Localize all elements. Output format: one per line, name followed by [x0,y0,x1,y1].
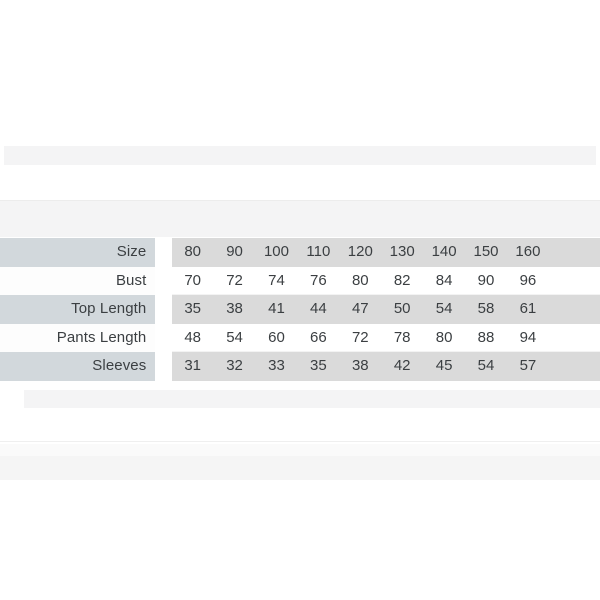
cell-size-120: 120 [339,238,382,267]
cell-top-length-160: 61 [506,295,549,324]
cell-size-160: 160 [506,238,549,267]
cell-sleeves-150: 54 [465,352,507,381]
ghost-rule-bottom [0,441,600,442]
row-label-sleeves: Sleeves [0,352,156,381]
cell-top-length-140: 54 [423,295,466,324]
size-chart-table: Size 80 90 100 110 120 130 140 150 160 B… [0,238,600,381]
size-chart-page: Size 80 90 100 110 120 130 140 150 160 B… [0,0,600,600]
table-row-bust: Bust 70 72 74 76 80 82 84 90 96 [0,266,600,296]
cell-pants-length-140: 80 [423,323,466,353]
column-gutter [155,295,172,324]
cell-bust-160: 96 [506,266,549,296]
row-label-top-length: Top Length [0,295,156,324]
cell-size-100: 100 [255,238,298,267]
cell-top-length-130: 50 [381,295,424,324]
cell-top-length-120: 47 [339,295,382,324]
cell-bust-150: 90 [465,266,507,296]
cell-pants-length-120: 72 [339,323,382,353]
ghost-band-top-2 [4,165,596,200]
cell-pants-length-100: 60 [255,323,298,353]
ghost-band-bottom-4 [0,444,600,456]
table-row-sleeves: Sleeves 31 32 33 35 38 42 45 54 57 [0,352,600,381]
row-trailing-pad [548,266,600,296]
column-gutter [155,238,172,267]
cell-bust-80: 70 [171,266,214,296]
size-chart-body: Size 80 90 100 110 120 130 140 150 160 B… [0,238,600,381]
cell-top-length-150: 58 [465,295,507,324]
cell-sleeves-160: 57 [506,352,549,381]
cell-size-80: 80 [171,238,214,267]
cell-top-length-90: 38 [213,295,256,324]
cell-sleeves-140: 45 [423,352,466,381]
cell-bust-100: 74 [255,266,298,296]
ghost-band-top-3 [0,201,600,237]
cell-bust-120: 80 [339,266,382,296]
cell-pants-length-90: 54 [213,323,256,353]
row-label-size: Size [0,238,156,267]
cell-sleeves-90: 32 [213,352,256,381]
cell-top-length-80: 35 [171,295,214,324]
cell-sleeves-120: 38 [339,352,382,381]
ghost-band-bottom-2 [24,390,600,408]
cell-sleeves-100: 33 [255,352,298,381]
row-label-pants-length: Pants Length [0,323,156,353]
cell-size-150: 150 [465,238,507,267]
cell-top-length-110: 44 [297,295,340,324]
cell-bust-140: 84 [423,266,466,296]
ghost-band-bottom-5 [0,456,600,480]
cell-size-130: 130 [381,238,424,267]
column-gutter [155,352,172,381]
row-trailing-pad [548,323,600,353]
row-trailing-pad [548,295,600,324]
cell-sleeves-110: 35 [297,352,340,381]
table-row-size: Size 80 90 100 110 120 130 140 150 160 [0,238,600,267]
row-trailing-pad [548,238,600,267]
table-row-pants-length: Pants Length 48 54 60 66 72 78 80 88 94 [0,323,600,353]
row-label-bust: Bust [0,266,156,296]
cell-size-90: 90 [213,238,256,267]
column-gutter [155,266,172,296]
cell-bust-90: 72 [213,266,256,296]
cell-pants-length-160: 94 [506,323,549,353]
cell-pants-length-110: 66 [297,323,340,353]
cell-bust-110: 76 [297,266,340,296]
cell-sleeves-80: 31 [171,352,214,381]
ghost-band-bottom-3 [4,408,596,441]
cell-pants-length-80: 48 [171,323,214,353]
cell-size-140: 140 [423,238,466,267]
column-gutter [155,323,172,353]
cell-bust-130: 82 [381,266,424,296]
row-trailing-pad [548,352,600,381]
cell-sleeves-130: 42 [381,352,424,381]
cell-size-110: 110 [297,238,340,267]
ghost-band-top-1 [4,146,596,165]
cell-top-length-100: 41 [255,295,298,324]
table-row-top-length: Top Length 35 38 41 44 47 50 54 58 61 [0,295,600,324]
cell-pants-length-130: 78 [381,323,424,353]
cell-pants-length-150: 88 [465,323,507,353]
